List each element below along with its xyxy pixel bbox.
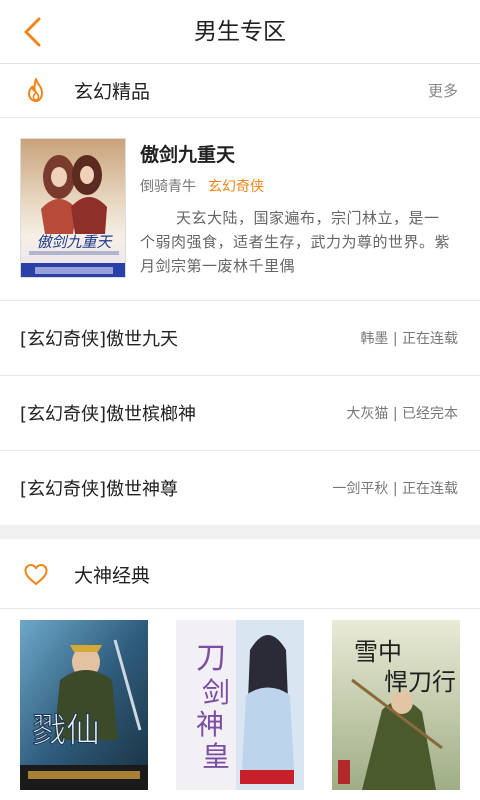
page-title: 男生专区 (194, 19, 286, 45)
book-title: 傲剑九重天 (140, 144, 236, 166)
svg-text:戮仙: 戮仙 (32, 711, 100, 751)
book-shelf: 戮仙 刀 剑 神 皇 雪中 悍刀行 (0, 610, 480, 800)
section-title: 玄幻精品 (74, 80, 151, 103)
svg-text:刀: 刀 (196, 641, 226, 676)
list-item-meta: 一剑平秋 | 正在连载 (332, 481, 458, 497)
shelf-book[interactable]: 戮仙 (20, 620, 148, 790)
book-description: 天玄大陆，国家遍布，宗门林立，是一个弱肉强食，适者生存，武力为尊的世界。紫月剑宗… (140, 209, 451, 275)
svg-text:傲剑九重天: 傲剑九重天 (36, 233, 113, 251)
svg-text:剑: 剑 (202, 676, 230, 709)
list-item-meta: 韩墨 | 正在连载 (360, 331, 458, 347)
list-item[interactable]: [玄幻奇侠]傲世九天 韩墨 | 正在连载 (0, 301, 480, 375)
book-cover: 傲剑九重天 (20, 138, 126, 278)
list-item-title: [玄幻奇侠]傲世九天 (20, 329, 179, 350)
divider (0, 608, 480, 609)
shelf-book[interactable]: 雪中 悍刀行 (332, 620, 460, 790)
book-author: 倒骑青牛 (140, 179, 196, 195)
section-separator (0, 525, 480, 539)
list-item-title: [玄幻奇侠]傲世槟榔神 (20, 404, 197, 425)
svg-text:悍刀行: 悍刀行 (384, 668, 456, 696)
book-genre: 玄幻奇侠 (208, 179, 264, 195)
section-header-dashen: 大神经典 (0, 548, 480, 600)
list-item-meta: 大灰猫 | 已经完本 (346, 406, 458, 422)
shelf-book[interactable]: 刀 剑 神 皇 (176, 620, 304, 790)
svg-text:神: 神 (196, 708, 224, 741)
section-title: 大神经典 (74, 564, 151, 587)
featured-book[interactable]: 傲剑九重天 傲剑九重天 倒骑青牛 玄幻奇侠 天玄大陆，国家遍布，宗门林立，是一个… (0, 118, 480, 300)
list-item[interactable]: [玄幻奇侠]傲世槟榔神 大灰猫 | 已经完本 (0, 376, 480, 450)
list-item-title: [玄幻奇侠]傲世神尊 (20, 479, 179, 500)
svg-text:雪中: 雪中 (354, 638, 402, 666)
heart-icon (24, 564, 48, 585)
list-item[interactable]: [玄幻奇侠]傲世神尊 一剑平秋 | 正在连载 (0, 451, 480, 525)
more-link[interactable]: 更多 (428, 80, 458, 101)
top-bar: 男生专区 (0, 0, 480, 64)
flame-icon (28, 78, 43, 102)
svg-text:皇: 皇 (202, 740, 230, 773)
section-header-xuanhuan: 玄幻精品 更多 (0, 64, 480, 116)
